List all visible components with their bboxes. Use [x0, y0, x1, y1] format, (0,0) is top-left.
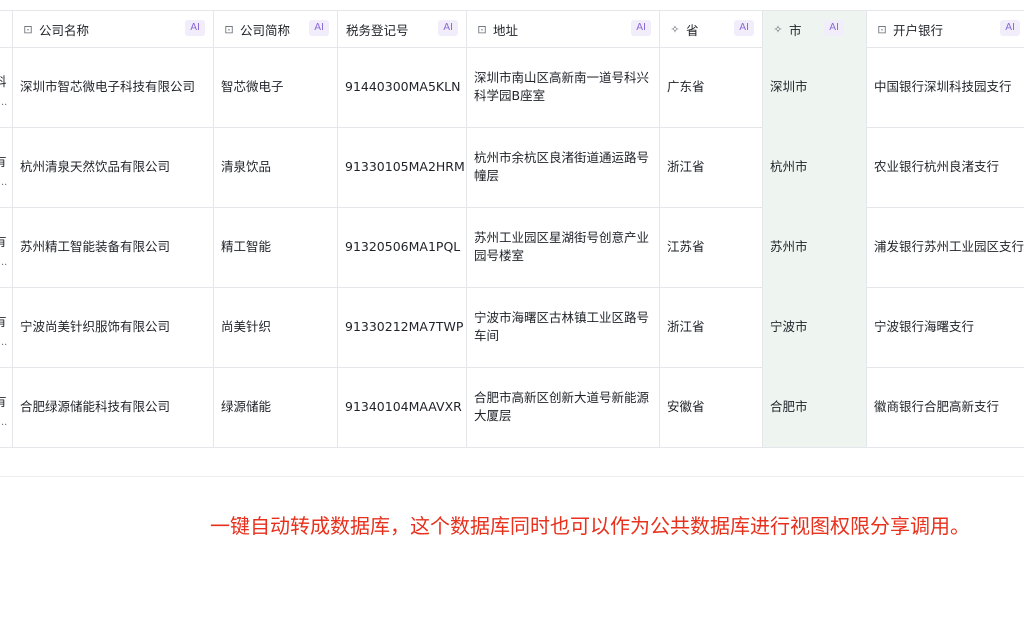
cell-city[interactable]: 杭州市: [763, 127, 867, 207]
ai-text-field-icon: ⊡: [877, 22, 887, 36]
cell-city[interactable]: 苏州市: [763, 207, 867, 287]
cell-tax-id[interactable]: 91320506MA1PQL: [338, 207, 467, 287]
cut-off-cell[interactable]: 有 ..: [0, 287, 13, 367]
cell-company-name[interactable]: 苏州精工智能装备有限公司: [13, 207, 214, 287]
ellipsis: ..: [1, 177, 8, 188]
column-header-bank[interactable]: ⊡ 开户银行 AI: [867, 11, 1024, 47]
cell-province[interactable]: 浙江省: [660, 127, 763, 207]
cut-off-text: 有: [0, 311, 7, 330]
table-row[interactable]: 有 .. 杭州清泉天然饮品有限公司 清泉饮品 91330105MA2HRM 杭州…: [0, 127, 1024, 208]
cell-bank[interactable]: 徽商银行合肥高新支行: [867, 367, 1024, 447]
column-label: 开户银行: [893, 22, 944, 38]
cut-off-text: 有: [0, 231, 7, 250]
cell-short-name[interactable]: 智芯微电子: [214, 47, 338, 127]
cell-short-name[interactable]: 精工智能: [214, 207, 338, 287]
ai-badge[interactable]: AI: [734, 20, 754, 36]
cell-short-name[interactable]: 绿源储能: [214, 367, 338, 447]
cell-address[interactable]: 苏州工业园区星湖街号创意产业园号楼室: [467, 207, 660, 287]
table-row[interactable]: 有 .. 宁波尚美针织服饰有限公司 尚美针织 91330212MA7TWP 宁波…: [0, 287, 1024, 368]
ai-badge[interactable]: AI: [631, 20, 651, 36]
cell-company-name[interactable]: 合肥绿源储能科技有限公司: [13, 367, 214, 447]
ai-badge[interactable]: AI: [309, 20, 329, 36]
ai-badge[interactable]: AI: [1000, 20, 1020, 36]
cell-company-name[interactable]: 宁波尚美针织服饰有限公司: [13, 287, 214, 367]
ai-text-field-icon: ⊡: [23, 22, 33, 36]
cell-short-name[interactable]: 尚美针织: [214, 287, 338, 367]
ellipsis: ..: [1, 257, 8, 268]
table-row[interactable]: 科 .. 深圳市智芯微电子科技有限公司 智芯微电子 91440300MA5KLN…: [0, 47, 1024, 128]
ai-text-field-icon: ⊡: [224, 22, 234, 36]
column-label: 市: [789, 22, 802, 38]
cell-tax-id[interactable]: 91330105MA2HRM: [338, 127, 467, 207]
cell-company-name[interactable]: 杭州清泉天然饮品有限公司: [13, 127, 214, 207]
cell-address[interactable]: 杭州市余杭区良渚街道通运路号幢层: [467, 127, 660, 207]
cell-province[interactable]: 浙江省: [660, 287, 763, 367]
column-label: 税务登记号: [346, 22, 409, 38]
ai-tag-field-icon: ✧: [670, 22, 680, 36]
column-label: 地址: [493, 22, 519, 38]
column-label: 公司简称: [240, 22, 291, 38]
cell-bank[interactable]: 浦发银行苏州工业园区支行: [867, 207, 1024, 287]
column-header-province[interactable]: ✧ 省 AI: [660, 11, 763, 47]
table-header: ⊡ 公司名称 AI ⊡ 公司简称 AI 税务登记号 AI ⊡ 地址 AI ✧ 省…: [0, 10, 1024, 48]
cell-short-name[interactable]: 清泉饮品: [214, 127, 338, 207]
cell-tax-id[interactable]: 91440300MA5KLN: [338, 47, 467, 127]
cell-province[interactable]: 江苏省: [660, 207, 763, 287]
ellipsis: ..: [1, 97, 8, 108]
cell-province[interactable]: 安徽省: [660, 367, 763, 447]
cut-off-text: 科: [0, 71, 7, 90]
ai-badge[interactable]: AI: [824, 20, 844, 36]
cell-address[interactable]: 合肥市高新区创新大道号新能源大厦层: [467, 367, 660, 447]
cut-off-text: 有: [0, 391, 7, 410]
cell-city[interactable]: 合肥市: [763, 367, 867, 447]
cell-bank[interactable]: 中国银行深圳科技园支行: [867, 47, 1024, 127]
cut-off-text: 有: [0, 151, 7, 170]
cell-address[interactable]: 深圳市南山区高新南一道号科兴科学园B座室: [467, 47, 660, 127]
ellipsis: ..: [1, 337, 8, 348]
caption-text: 一键自动转成数据库，这个数据库同时也可以作为公共数据库进行视图权限分享调用。: [210, 514, 970, 538]
cut-off-cell[interactable]: 有 ..: [0, 207, 13, 287]
column-label: 省: [686, 22, 699, 38]
cut-off-cell[interactable]: 有 ..: [0, 367, 13, 447]
table-row[interactable]: 有 .. 苏州精工智能装备有限公司 精工智能 91320506MA1PQL 苏州…: [0, 207, 1024, 288]
ai-badge[interactable]: AI: [185, 20, 205, 36]
cell-tax-id[interactable]: 91340104MAAVXR: [338, 367, 467, 447]
column-header-tax-id[interactable]: 税务登记号 AI: [338, 11, 467, 47]
column-header-short-name[interactable]: ⊡ 公司简称 AI: [214, 11, 338, 47]
cell-company-name[interactable]: 深圳市智芯微电子科技有限公司: [13, 47, 214, 127]
cell-tax-id[interactable]: 91330212MA7TWP: [338, 287, 467, 367]
cell-bank[interactable]: 农业银行杭州良渚支行: [867, 127, 1024, 207]
cell-address[interactable]: 宁波市海曙区古林镇工业区路号车间: [467, 287, 660, 367]
column-header-city[interactable]: ✧ 市 AI: [763, 11, 867, 47]
table-row[interactable]: 有 .. 合肥绿源储能科技有限公司 绿源储能 91340104MAAVXR 合肥…: [0, 367, 1024, 448]
cell-bank[interactable]: 宁波银行海曙支行: [867, 287, 1024, 367]
divider: [0, 476, 1024, 477]
ellipsis: ..: [1, 417, 8, 428]
cell-city[interactable]: 深圳市: [763, 47, 867, 127]
column-header-company-name[interactable]: ⊡ 公司名称 AI: [13, 11, 214, 47]
cut-off-cell[interactable]: 有 ..: [0, 127, 13, 207]
column-label: 公司名称: [39, 22, 90, 38]
cut-off-cell[interactable]: 科 ..: [0, 47, 13, 127]
ai-badge[interactable]: AI: [438, 20, 458, 36]
column-header-address[interactable]: ⊡ 地址 AI: [467, 11, 660, 47]
cell-city[interactable]: 宁波市: [763, 287, 867, 367]
header-cut-cell: [0, 11, 13, 47]
ai-text-field-icon: ⊡: [477, 22, 487, 36]
ai-tag-field-icon: ✧: [773, 22, 783, 36]
cell-province[interactable]: 广东省: [660, 47, 763, 127]
